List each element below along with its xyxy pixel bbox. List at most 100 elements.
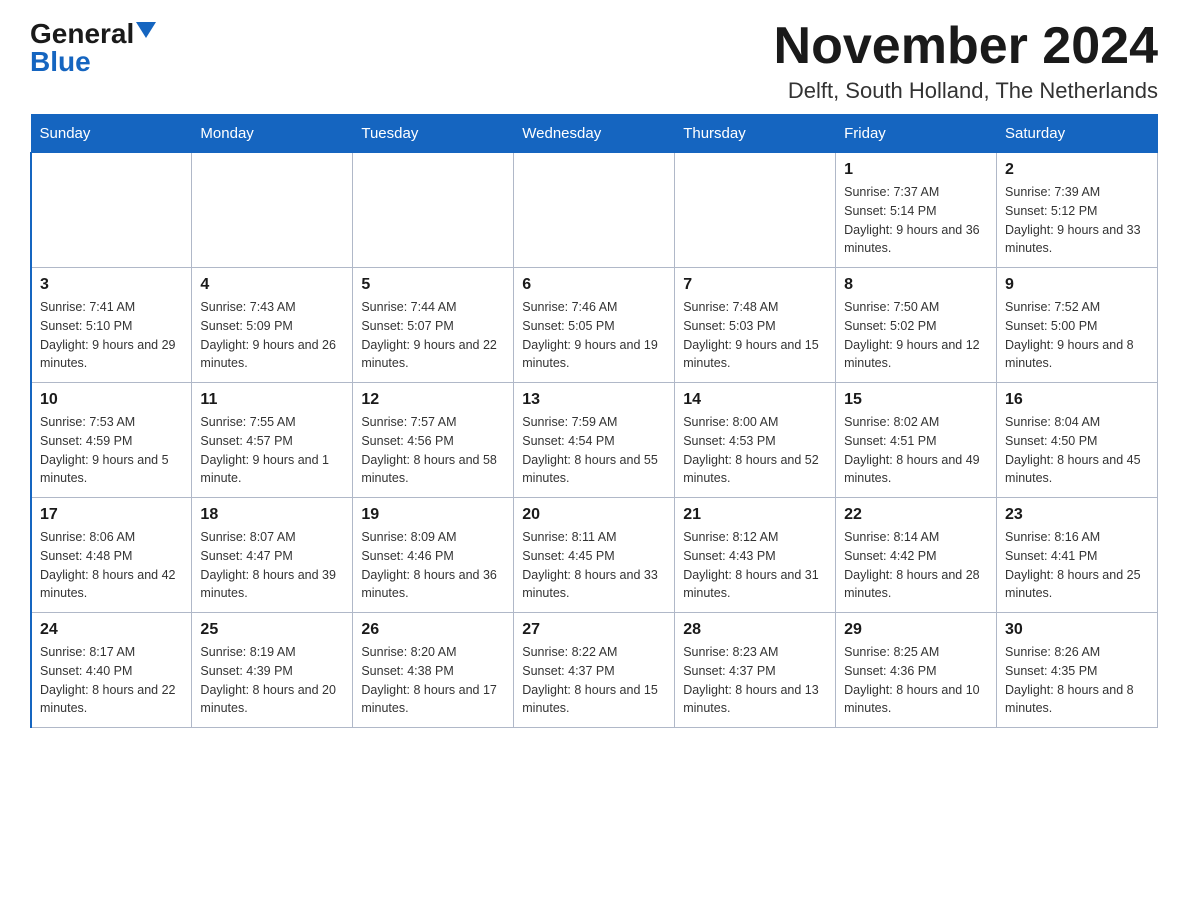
day-number: 28 (683, 621, 827, 639)
day-number: 11 (200, 391, 344, 409)
week-row-4: 17 Sunrise: 8:06 AMSunset: 4:48 PMDayligh… (31, 498, 1158, 613)
day-info: Sunrise: 7:52 AMSunset: 5:00 PMDaylight:… (1005, 298, 1149, 373)
day-info: Sunrise: 8:11 AMSunset: 4:45 PMDaylight:… (522, 528, 666, 603)
calendar-cell (675, 153, 836, 268)
day-number: 19 (361, 506, 505, 524)
day-info: Sunrise: 8:25 AMSunset: 4:36 PMDaylight:… (844, 643, 988, 718)
calendar-cell: 27 Sunrise: 8:22 AMSunset: 4:37 PMDayligh… (514, 613, 675, 728)
calendar-cell: 23Sunrise: 8:16 AMSunset: 4:41 PMDayligh… (997, 498, 1158, 613)
calendar-cell: 17 Sunrise: 8:06 AMSunset: 4:48 PMDayligh… (31, 498, 192, 613)
calendar-cell: 11 Sunrise: 7:55 AMSunset: 4:57 PMDayligh… (192, 383, 353, 498)
day-info: Sunrise: 7:41 AMSunset: 5:10 PMDaylight:… (40, 298, 183, 373)
day-number: 1 (844, 161, 988, 179)
title-section: November 2024 Delft, South Holland, The … (774, 20, 1158, 104)
day-number: 18 (200, 506, 344, 524)
week-row-2: 3 Sunrise: 7:41 AMSunset: 5:10 PMDaylight… (31, 268, 1158, 383)
day-number: 21 (683, 506, 827, 524)
logo: General Blue (30, 20, 156, 76)
day-info: Sunrise: 7:44 AMSunset: 5:07 PMDaylight:… (361, 298, 505, 373)
weekday-header-friday: Friday (836, 115, 997, 153)
day-info: Sunrise: 7:57 AMSunset: 4:56 PMDaylight:… (361, 413, 505, 488)
day-number: 17 (40, 506, 183, 524)
calendar-cell: 25Sunrise: 8:19 AMSunset: 4:39 PMDayligh… (192, 613, 353, 728)
day-number: 16 (1005, 391, 1149, 409)
day-number: 4 (200, 276, 344, 294)
day-number: 25 (200, 621, 344, 639)
day-number: 13 (522, 391, 666, 409)
weekday-header-saturday: Saturday (997, 115, 1158, 153)
calendar-cell: 12 Sunrise: 7:57 AMSunset: 4:56 PMDayligh… (353, 383, 514, 498)
calendar-cell: 3 Sunrise: 7:41 AMSunset: 5:10 PMDaylight… (31, 268, 192, 383)
day-info: Sunrise: 8:07 AMSunset: 4:47 PMDaylight:… (200, 528, 344, 603)
weekday-header-sunday: Sunday (31, 115, 192, 153)
day-info: Sunrise: 7:59 AMSunset: 4:54 PMDaylight:… (522, 413, 666, 488)
day-info: Sunrise: 8:04 AMSunset: 4:50 PMDaylight:… (1005, 413, 1149, 488)
day-info: Sunrise: 8:06 AMSunset: 4:48 PMDaylight:… (40, 528, 183, 603)
week-row-1: 1 Sunrise: 7:37 AMSunset: 5:14 PMDaylight… (31, 153, 1158, 268)
day-number: 14 (683, 391, 827, 409)
day-info: Sunrise: 7:55 AMSunset: 4:57 PMDaylight:… (200, 413, 344, 488)
day-info: Sunrise: 8:14 AMSunset: 4:42 PMDaylight:… (844, 528, 988, 603)
day-info: Sunrise: 7:46 AMSunset: 5:05 PMDaylight:… (522, 298, 666, 373)
calendar-cell: 13 Sunrise: 7:59 AMSunset: 4:54 PMDayligh… (514, 383, 675, 498)
day-info: Sunrise: 8:22 AMSunset: 4:37 PMDaylight:… (522, 643, 666, 718)
calendar-cell: 8 Sunrise: 7:50 AMSunset: 5:02 PMDaylight… (836, 268, 997, 383)
day-number: 20 (522, 506, 666, 524)
weekday-header-wednesday: Wednesday (514, 115, 675, 153)
calendar-cell: 24Sunrise: 8:17 AMSunset: 4:40 PMDayligh… (31, 613, 192, 728)
calendar-cell: 30 Sunrise: 8:26 AMSunset: 4:35 PMDayligh… (997, 613, 1158, 728)
month-title: November 2024 (774, 20, 1158, 72)
day-number: 22 (844, 506, 988, 524)
day-info: Sunrise: 8:12 AMSunset: 4:43 PMDaylight:… (683, 528, 827, 603)
calendar-cell: 16 Sunrise: 8:04 AMSunset: 4:50 PMDayligh… (997, 383, 1158, 498)
day-number: 23 (1005, 506, 1149, 524)
day-info: Sunrise: 7:37 AMSunset: 5:14 PMDaylight:… (844, 183, 988, 258)
day-number: 27 (522, 621, 666, 639)
day-info: Sunrise: 8:26 AMSunset: 4:35 PMDaylight:… (1005, 643, 1149, 718)
day-number: 3 (40, 276, 183, 294)
calendar-cell: 14Sunrise: 8:00 AMSunset: 4:53 PMDayligh… (675, 383, 836, 498)
day-info: Sunrise: 7:43 AMSunset: 5:09 PMDaylight:… (200, 298, 344, 373)
page-header: General Blue November 2024 Delft, South … (30, 20, 1158, 104)
calendar-cell: 19Sunrise: 8:09 AMSunset: 4:46 PMDayligh… (353, 498, 514, 613)
day-number: 12 (361, 391, 505, 409)
day-info: Sunrise: 7:50 AMSunset: 5:02 PMDaylight:… (844, 298, 988, 373)
day-number: 6 (522, 276, 666, 294)
calendar-cell: 7 Sunrise: 7:48 AMSunset: 5:03 PMDaylight… (675, 268, 836, 383)
calendar-cell: 29Sunrise: 8:25 AMSunset: 4:36 PMDayligh… (836, 613, 997, 728)
day-number: 8 (844, 276, 988, 294)
calendar-cell: 5 Sunrise: 7:44 AMSunset: 5:07 PMDaylight… (353, 268, 514, 383)
weekday-header-thursday: Thursday (675, 115, 836, 153)
calendar-cell: 6 Sunrise: 7:46 AMSunset: 5:05 PMDaylight… (514, 268, 675, 383)
calendar-cell: 10Sunrise: 7:53 AMSunset: 4:59 PMDayligh… (31, 383, 192, 498)
weekday-header-monday: Monday (192, 115, 353, 153)
week-row-3: 10Sunrise: 7:53 AMSunset: 4:59 PMDayligh… (31, 383, 1158, 498)
logo-general-text: General (30, 20, 134, 48)
calendar-cell (514, 153, 675, 268)
weekday-header-row: SundayMondayTuesdayWednesdayThursdayFrid… (31, 115, 1158, 153)
day-info: Sunrise: 7:48 AMSunset: 5:03 PMDaylight:… (683, 298, 827, 373)
calendar-cell: 22 Sunrise: 8:14 AMSunset: 4:42 PMDayligh… (836, 498, 997, 613)
calendar-cell: 15Sunrise: 8:02 AMSunset: 4:51 PMDayligh… (836, 383, 997, 498)
calendar-cell: 2Sunrise: 7:39 AMSunset: 5:12 PMDaylight… (997, 153, 1158, 268)
day-number: 5 (361, 276, 505, 294)
day-info: Sunrise: 8:20 AMSunset: 4:38 PMDaylight:… (361, 643, 505, 718)
week-row-5: 24Sunrise: 8:17 AMSunset: 4:40 PMDayligh… (31, 613, 1158, 728)
calendar-cell: 1 Sunrise: 7:37 AMSunset: 5:14 PMDaylight… (836, 153, 997, 268)
day-number: 7 (683, 276, 827, 294)
location-label: Delft, South Holland, The Netherlands (774, 78, 1158, 104)
calendar-cell (192, 153, 353, 268)
day-info: Sunrise: 8:17 AMSunset: 4:40 PMDaylight:… (40, 643, 183, 718)
day-number: 9 (1005, 276, 1149, 294)
calendar-cell: 4 Sunrise: 7:43 AMSunset: 5:09 PMDaylight… (192, 268, 353, 383)
logo-triangle-icon (136, 22, 156, 38)
calendar-cell: 20 Sunrise: 8:11 AMSunset: 4:45 PMDayligh… (514, 498, 675, 613)
weekday-header-tuesday: Tuesday (353, 115, 514, 153)
calendar-cell: 18 Sunrise: 8:07 AMSunset: 4:47 PMDayligh… (192, 498, 353, 613)
day-number: 26 (361, 621, 505, 639)
calendar-cell: 28 Sunrise: 8:23 AMSunset: 4:37 PMDayligh… (675, 613, 836, 728)
day-number: 30 (1005, 621, 1149, 639)
day-info: Sunrise: 8:23 AMSunset: 4:37 PMDaylight:… (683, 643, 827, 718)
day-info: Sunrise: 7:53 AMSunset: 4:59 PMDaylight:… (40, 413, 183, 488)
logo-general-row: General (30, 20, 156, 48)
